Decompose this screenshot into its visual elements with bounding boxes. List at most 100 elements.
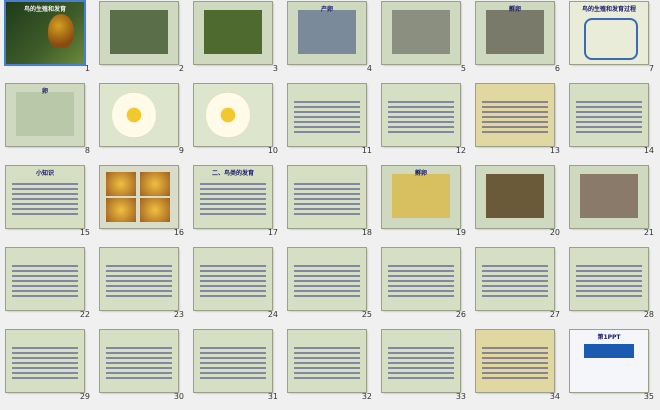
slide-thumbnail-cell[interactable]: 27 <box>472 246 565 324</box>
slide-thumbnail-cell[interactable]: 二、鸟类的发育 17 <box>190 164 283 242</box>
slide-thumbnail[interactable] <box>287 83 367 147</box>
slide-thumbnail-cell[interactable]: 孵卵 6 <box>472 0 565 78</box>
slide-thumbnail[interactable]: 卵 <box>5 83 85 147</box>
slide-thumbnail-cell[interactable]: 32 <box>284 328 377 406</box>
slide-thumbnail[interactable] <box>99 83 179 147</box>
text-line <box>388 101 454 103</box>
slide-thumbnail-cell[interactable]: 5 <box>378 0 471 78</box>
slide-thumbnail[interactable]: 第1PPT <box>569 329 649 393</box>
slide-thumbnail[interactable] <box>193 1 273 65</box>
slide-thumbnail-cell[interactable]: 12 <box>378 82 471 160</box>
slide-thumbnail[interactable]: 鸟的生殖和发育过程 <box>569 1 649 65</box>
slide-thumbnail[interactable] <box>193 247 273 311</box>
text-line <box>12 208 78 210</box>
slide-thumbnail[interactable]: 孵卵 <box>475 1 555 65</box>
slide-thumbnail[interactable] <box>193 329 273 393</box>
slide-thumbnail[interactable] <box>475 247 555 311</box>
slide-thumbnail-cell[interactable]: 孵卵 19 <box>378 164 471 242</box>
slide-thumbnail[interactable] <box>99 329 179 393</box>
slide-thumbnail[interactable] <box>5 247 85 311</box>
text-line <box>482 295 548 297</box>
slide-thumbnail-cell[interactable]: 16 <box>96 164 189 242</box>
slide-thumbnail-cell[interactable]: 13 <box>472 82 565 160</box>
slide-thumbnail[interactable] <box>475 165 555 229</box>
slide-thumbnail-cell[interactable]: 25 <box>284 246 377 324</box>
slide-thumbnail[interactable] <box>569 83 649 147</box>
text-line <box>294 101 360 103</box>
text-line <box>482 265 548 267</box>
slide-thumbnail[interactable] <box>569 165 649 229</box>
slide-thumbnail-cell[interactable]: 鸟的生殖和发育过程 7 <box>566 0 659 78</box>
slide-thumbnail[interactable] <box>99 165 179 229</box>
slide-thumbnail[interactable] <box>193 83 273 147</box>
slide-number: 34 <box>549 392 560 401</box>
text-line <box>388 106 454 108</box>
text-line <box>294 357 360 359</box>
slide-thumbnail[interactable] <box>381 329 461 393</box>
text-line <box>482 121 548 123</box>
slide-thumbnail-cell[interactable]: 鸟的生殖和发育 1 <box>2 0 95 78</box>
slide-thumbnail[interactable] <box>99 247 179 311</box>
slide-thumbnail-cell[interactable]: 21 <box>566 164 659 242</box>
text-lines <box>194 180 272 215</box>
slide-number: 30 <box>173 392 184 401</box>
slide-thumbnail-cell[interactable]: 26 <box>378 246 471 324</box>
slide-thumbnail-cell[interactable]: 14 <box>566 82 659 160</box>
slide-title: 卵 <box>41 88 48 95</box>
slide-title: 小知识 <box>35 170 54 177</box>
slide-thumbnail[interactable] <box>99 1 179 65</box>
slide-thumbnail[interactable] <box>475 83 555 147</box>
slide-thumbnail-cell[interactable]: 33 <box>378 328 471 406</box>
slide-thumbnail-cell[interactable]: 30 <box>96 328 189 406</box>
slide-thumbnail-cell[interactable]: 24 <box>190 246 283 324</box>
slide-thumbnail-cell[interactable]: 9 <box>96 82 189 160</box>
text-line <box>482 352 548 354</box>
slide-thumbnail[interactable] <box>381 247 461 311</box>
slide-thumbnail[interactable] <box>569 247 649 311</box>
egg-photo <box>106 172 136 196</box>
slide-thumbnail[interactable] <box>475 329 555 393</box>
text-line <box>482 270 548 272</box>
slide-thumbnail[interactable] <box>381 83 461 147</box>
slide-thumbnail[interactable]: 产卵 <box>287 1 367 65</box>
slide-thumbnail[interactable] <box>287 247 367 311</box>
slide-thumbnail[interactable]: 鸟的生殖和发育 <box>4 0 86 66</box>
text-line <box>294 198 360 200</box>
slide-thumbnail[interactable]: 小知识 <box>5 165 85 229</box>
text-line <box>482 357 548 359</box>
slide-thumbnail[interactable]: 孵卵 <box>381 165 461 229</box>
text-line <box>482 347 548 349</box>
slide-thumbnail-cell[interactable]: 28 <box>566 246 659 324</box>
slide-thumbnail-cell[interactable]: 31 <box>190 328 283 406</box>
slide-thumbnail[interactable] <box>287 165 367 229</box>
text-line <box>294 372 360 374</box>
slide-thumbnail-cell[interactable]: 23 <box>96 246 189 324</box>
slide-number: 20 <box>549 228 560 237</box>
text-line <box>200 377 266 379</box>
slide-thumbnail-cell[interactable]: 卵8 <box>2 82 95 160</box>
text-lines <box>6 180 84 215</box>
text-line <box>576 106 642 108</box>
text-line <box>482 377 548 379</box>
slide-thumbnail-cell[interactable]: 11 <box>284 82 377 160</box>
slide-thumbnail-cell[interactable]: 29 <box>2 328 95 406</box>
text-line <box>388 265 454 267</box>
slide-thumbnail-cell[interactable]: 产卵 4 <box>284 0 377 78</box>
slide-thumbnail-cell[interactable]: 34 <box>472 328 565 406</box>
text-line <box>12 367 78 369</box>
slide-number: 7 <box>648 64 654 73</box>
slide-thumbnail-cell[interactable]: 10 <box>190 82 283 160</box>
slide-thumbnail-cell[interactable]: 3 <box>190 0 283 78</box>
slide-thumbnail-cell[interactable]: 22 <box>2 246 95 324</box>
slide-thumbnail[interactable] <box>287 329 367 393</box>
text-line <box>482 101 548 103</box>
slide-thumbnail[interactable]: 二、鸟类的发育 <box>193 165 273 229</box>
slide-thumbnail-cell[interactable]: 小知识 15 <box>2 164 95 242</box>
slide-thumbnail-cell[interactable]: 第1PPT 35 <box>566 328 659 406</box>
slide-thumbnail-cell[interactable]: 18 <box>284 164 377 242</box>
slide-thumbnail-cell[interactable]: 2 <box>96 0 189 78</box>
slide-thumbnail-cell[interactable]: 20 <box>472 164 565 242</box>
slide-thumbnail[interactable] <box>381 1 461 65</box>
text-line <box>576 295 642 297</box>
slide-thumbnail[interactable] <box>5 329 85 393</box>
